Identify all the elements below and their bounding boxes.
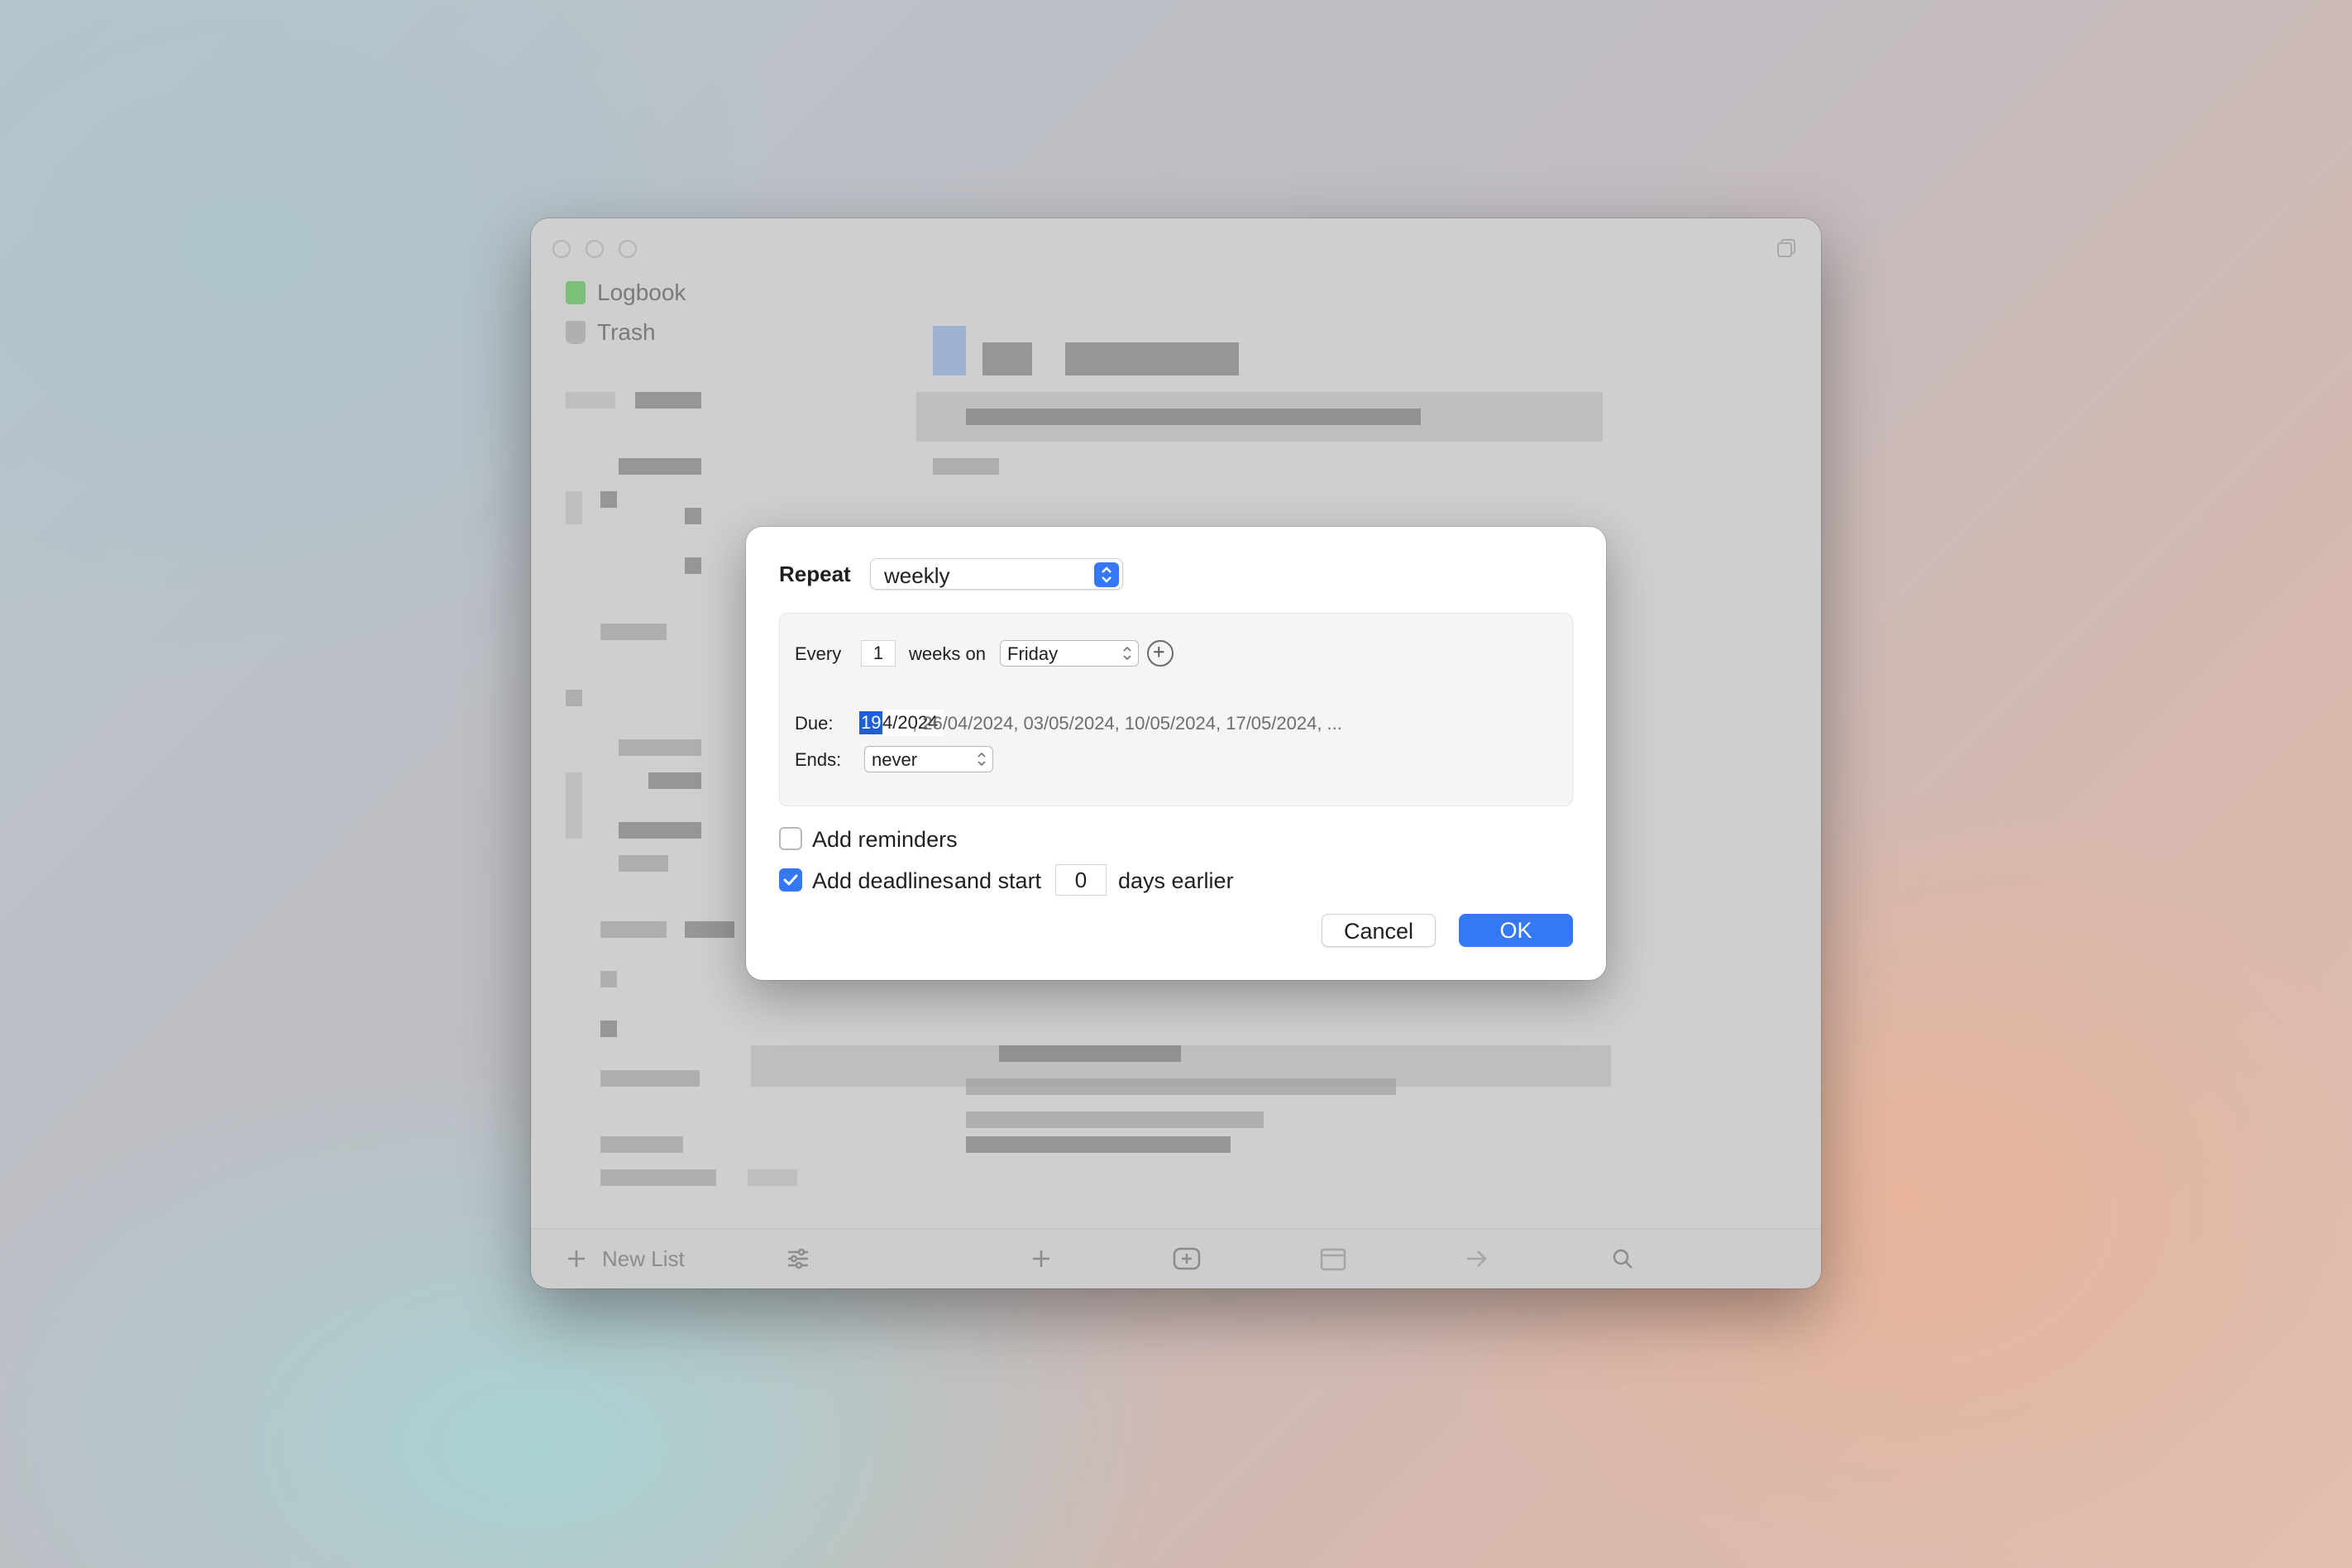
redacted-content <box>566 690 582 706</box>
weeks-on-label: weeks on <box>909 643 986 664</box>
redacted-content <box>600 921 667 938</box>
add-reminders-label: Add reminders <box>812 827 958 852</box>
search-button[interactable] <box>1611 1244 1634 1274</box>
redacted-content <box>600 971 617 987</box>
redacted-content <box>619 739 701 756</box>
plus-icon <box>1033 1250 1049 1267</box>
ends-select[interactable]: never <box>864 746 993 772</box>
minimize-window-button[interactable] <box>586 240 604 258</box>
redacted-content <box>566 392 615 409</box>
add-deadlines-label: Add deadlines <box>812 868 954 893</box>
close-window-button[interactable] <box>552 240 571 258</box>
sidebar-item-label: Logbook <box>597 280 686 305</box>
days-earlier-input[interactable]: 0 <box>1055 864 1107 896</box>
redacted-content <box>966 1136 1231 1153</box>
ends-label: Ends: <box>795 749 842 770</box>
redacted-content <box>619 458 701 475</box>
redacted-content <box>999 1045 1181 1062</box>
redacted-content <box>933 458 999 475</box>
zoom-window-button[interactable] <box>619 240 637 258</box>
new-list-label: New List <box>602 1245 685 1271</box>
due-day-selection: 19 <box>859 711 883 734</box>
move-button[interactable] <box>1464 1244 1489 1274</box>
ends-value: never <box>872 749 918 770</box>
add-reminders-checkbox[interactable] <box>779 827 802 850</box>
redacted-content <box>600 1169 716 1186</box>
redacted-content <box>635 392 701 409</box>
bottom-toolbar: New List <box>531 1228 1821 1288</box>
redacted-content <box>982 342 1032 375</box>
redacted-content <box>966 1078 1396 1095</box>
repeat-dialog: Repeat weekly Every 1 weeks on Friday Du… <box>746 527 1606 980</box>
calendar-icon <box>1320 1248 1346 1271</box>
redacted-content <box>600 624 667 640</box>
weekday-value: Friday <box>1007 643 1059 664</box>
sidebar-item-logbook[interactable]: Logbook <box>566 280 686 306</box>
add-weekday-button[interactable] <box>1147 640 1174 667</box>
redacted-content <box>933 326 966 375</box>
cancel-button[interactable]: Cancel <box>1322 914 1436 947</box>
repeat-frequency-value: weekly <box>884 563 950 588</box>
ok-button[interactable]: OK <box>1459 914 1573 947</box>
search-icon <box>1613 1249 1633 1269</box>
plus-icon <box>568 1250 585 1267</box>
sidebar-item-label: Trash <box>597 319 656 345</box>
redacted-content <box>966 409 1421 425</box>
repeat-options-panel: Every 1 weeks on Friday Due: 19 4/2024 ,… <box>779 613 1573 806</box>
new-list-button[interactable]: New List <box>566 1244 685 1274</box>
filter-settings-button[interactable] <box>786 1244 810 1274</box>
redacted-content <box>600 1070 700 1087</box>
new-heading-button[interactable] <box>1173 1244 1201 1274</box>
repeat-frequency-select[interactable]: weekly <box>870 558 1123 590</box>
sliders-icon <box>788 1248 808 1269</box>
and-start-label: and start <box>954 868 1042 893</box>
redacted-content <box>966 1111 1264 1128</box>
redacted-content <box>619 855 668 872</box>
new-todo-button[interactable] <box>1030 1244 1052 1274</box>
add-deadlines-checkbox[interactable] <box>779 868 802 892</box>
redacted-content <box>1065 342 1239 375</box>
chevron-up-down-icon <box>978 752 986 767</box>
weekday-select[interactable]: Friday <box>1000 640 1139 667</box>
redacted-content <box>619 822 701 839</box>
redacted-content <box>748 1169 797 1186</box>
days-earlier-label: days earlier <box>1118 868 1234 893</box>
redacted-content <box>566 772 582 839</box>
redacted-content <box>600 491 617 508</box>
every-count-input[interactable]: 1 <box>861 640 896 667</box>
add-heading-icon <box>1173 1247 1201 1270</box>
chevron-up-down-icon <box>1094 562 1119 587</box>
redacted-content <box>600 1136 683 1153</box>
chevron-up-down-icon <box>1123 646 1131 661</box>
when-button[interactable] <box>1320 1244 1346 1274</box>
redacted-content <box>685 508 701 524</box>
sidebar-item-trash[interactable]: Trash <box>566 319 656 346</box>
redacted-content <box>600 1021 617 1037</box>
repeat-label: Repeat <box>779 562 851 586</box>
due-label: Due: <box>795 713 834 734</box>
every-label: Every <box>795 643 842 664</box>
arrow-right-icon <box>1467 1250 1487 1267</box>
redacted-content <box>648 772 701 789</box>
trash-icon <box>566 321 586 344</box>
upcoming-dates: , 26/04/2024, 03/05/2024, 10/05/2024, 17… <box>912 713 1342 734</box>
redacted-content <box>566 491 582 524</box>
redacted-content <box>685 557 701 574</box>
window-copy-icon[interactable] <box>1775 237 1798 260</box>
redacted-content <box>685 921 734 938</box>
logbook-icon <box>566 281 586 304</box>
